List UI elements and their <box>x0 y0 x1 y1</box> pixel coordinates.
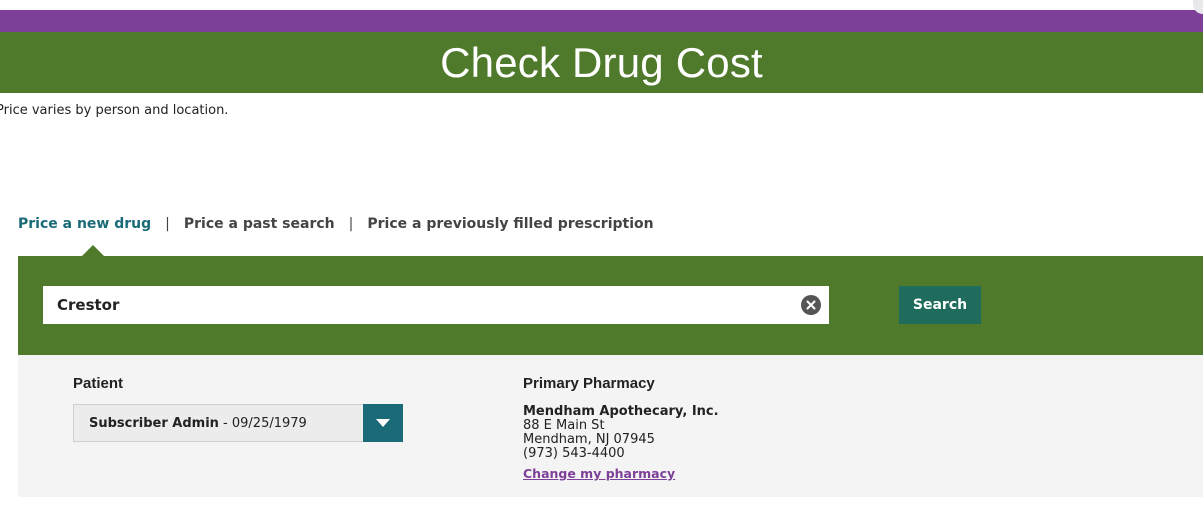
pharmacy-address-line2: Mendham, NJ 07945 <box>523 432 655 447</box>
drug-search-input[interactable]: Crestor <box>43 286 829 324</box>
active-tab-pointer <box>82 245 104 256</box>
patient-select[interactable]: Subscriber Admin - 09/25/1979 <box>73 404 403 442</box>
x-mark-icon <box>806 300 816 310</box>
brand-bar <box>0 10 1203 32</box>
pharmacy-address-line1: 88 E Main St <box>523 418 605 433</box>
search-button[interactable]: Search <box>899 286 981 324</box>
details-panel: Patient Subscriber Admin - 09/25/1979 Pr… <box>18 355 1203 497</box>
tab-separator: | <box>348 216 354 232</box>
pharmacy-name: Mendham Apothecary, Inc. <box>523 404 719 419</box>
drug-search-value[interactable]: Crestor <box>57 296 119 314</box>
pharmacy-details: Mendham Apothecary, Inc. 88 E Main St Me… <box>523 405 719 482</box>
tab-separator: | <box>165 216 170 232</box>
top-strip <box>0 0 1203 10</box>
price-note: Price varies by person and location. <box>0 103 229 118</box>
chevron-down-icon <box>376 419 390 427</box>
pharmacy-label: Primary Pharmacy <box>523 375 655 392</box>
page-title: Check Drug Cost <box>440 38 763 86</box>
change-pharmacy-link[interactable]: Change my pharmacy <box>523 467 675 481</box>
patient-dob: - 09/25/1979 <box>218 415 307 431</box>
patient-label: Patient <box>73 375 124 392</box>
close-circle-icon[interactable] <box>801 295 821 315</box>
dropdown-toggle[interactable] <box>363 404 403 442</box>
search-panel: Crestor Search <box>18 256 1203 355</box>
tab-price-previous-prescription[interactable]: Price a previously filled prescription <box>367 216 653 232</box>
pharmacy-phone: (973) 543-4400 <box>523 446 625 461</box>
patient-name: Subscriber Admin <box>89 415 219 431</box>
price-tabs: Price a new drug | Price a past search |… <box>18 216 654 232</box>
patient-selected-value: Subscriber Admin - 09/25/1979 <box>74 416 307 431</box>
tab-price-new-drug[interactable]: Price a new drug <box>18 216 151 232</box>
tab-price-past-search[interactable]: Price a past search <box>184 216 335 232</box>
title-banner: Check Drug Cost <box>0 32 1203 93</box>
